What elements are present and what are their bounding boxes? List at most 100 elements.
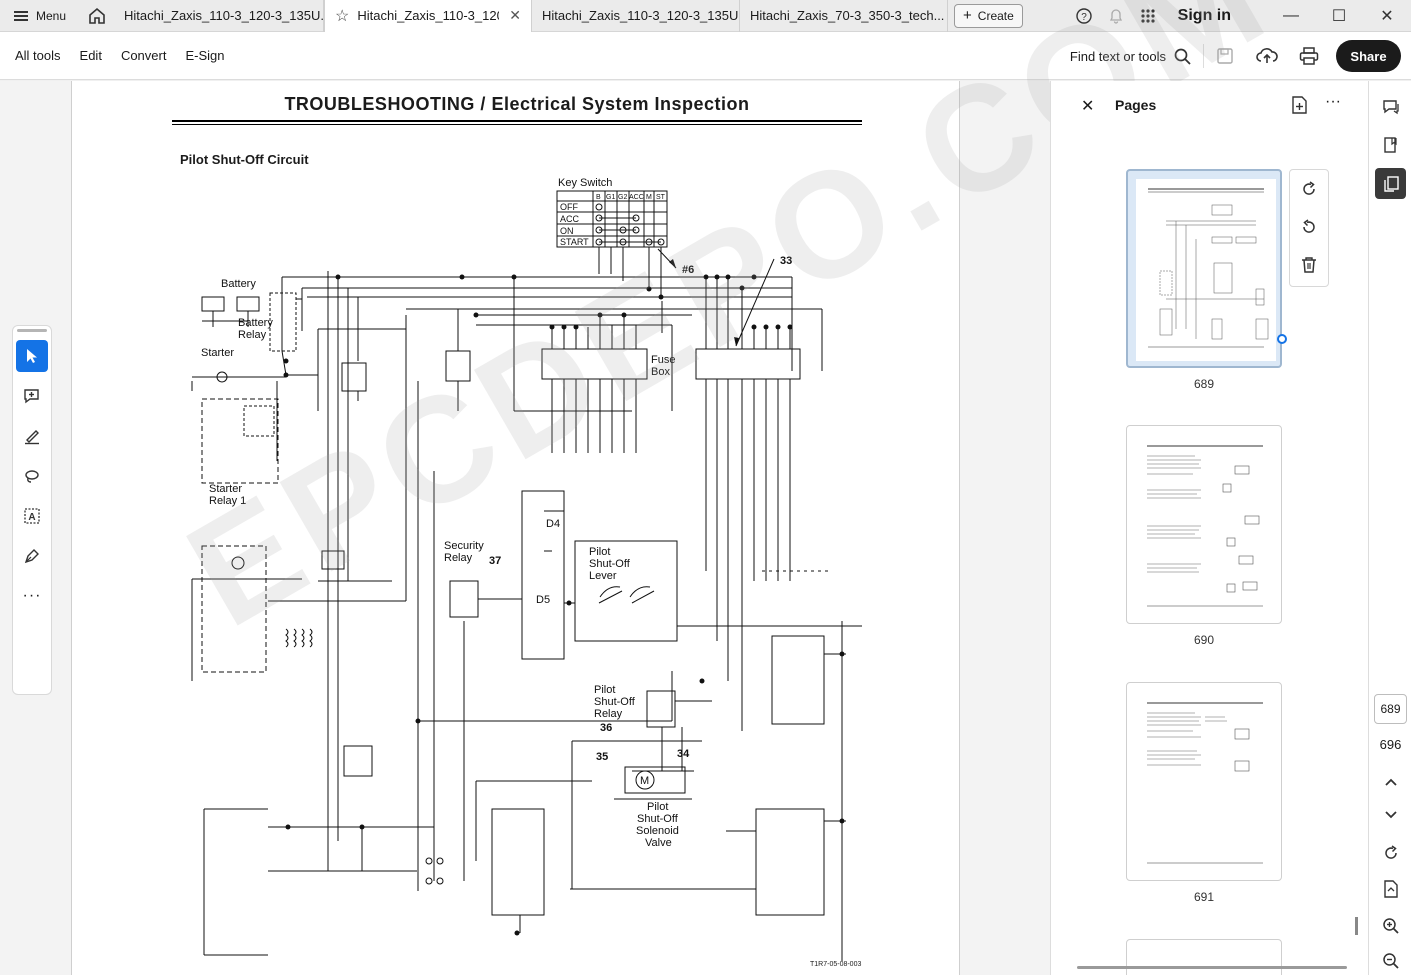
- panel-more-icon[interactable]: ···: [1325, 93, 1341, 111]
- text-recognition-button[interactable]: A: [16, 500, 48, 532]
- draw-tool-button[interactable]: [16, 460, 48, 492]
- more-tools-button[interactable]: ···: [16, 580, 48, 612]
- tab-document-2[interactable]: ☆ Hitachi_Zaxis_110-3_120... ✕: [324, 0, 533, 32]
- page-thumbnail-690[interactable]: [1126, 425, 1282, 624]
- create-label: Create: [977, 8, 1014, 23]
- label-battery: Battery: [221, 278, 256, 290]
- label-psl-1: Pilot: [589, 546, 610, 558]
- label-starter-relay-2: Relay 1: [209, 495, 246, 507]
- thumbnail-preview: [1135, 434, 1275, 616]
- tabbar-right: ? Sign in — ☐ ✕: [1068, 0, 1411, 32]
- highlight-tool-button[interactable]: [16, 420, 48, 452]
- label-psv-4: Valve: [645, 837, 672, 849]
- current-page-input[interactable]: 689: [1374, 694, 1407, 724]
- notification-bell-icon[interactable]: [1100, 0, 1132, 32]
- tab-label: Hitachi_Zaxis_110-3_120-3_135U...: [124, 8, 325, 23]
- panel-horizontal-scrollbar[interactable]: [1077, 966, 1347, 969]
- rotate-counterclockwise-icon[interactable]: [1290, 208, 1328, 246]
- lasso-icon: [25, 470, 39, 483]
- tab-document-1[interactable]: Hitachi_Zaxis_110-3_120-3_135U...: [114, 0, 325, 32]
- create-button[interactable]: + Create: [954, 3, 1023, 28]
- cloud-upload-icon[interactable]: [1246, 38, 1288, 74]
- svg-text:?: ?: [1081, 12, 1087, 23]
- close-panel-icon[interactable]: ✕: [1081, 96, 1094, 116]
- select-tool-button[interactable]: [16, 340, 48, 372]
- next-page-icon[interactable]: [1375, 799, 1406, 830]
- toolbar-right: Find text or tools Share: [1070, 32, 1401, 80]
- tab-document-3[interactable]: Hitachi_Zaxis_110-3_120-3_135U...: [532, 0, 741, 32]
- page-thumbnail-692[interactable]: [1126, 939, 1282, 975]
- ks-col-b: B: [596, 194, 601, 201]
- callout-37: 37: [489, 555, 501, 567]
- help-icon[interactable]: ?: [1068, 0, 1100, 32]
- apps-grid-icon[interactable]: [1132, 0, 1164, 32]
- home-button[interactable]: [80, 0, 114, 32]
- previous-page-icon[interactable]: [1375, 766, 1406, 797]
- delete-page-icon[interactable]: [1290, 246, 1328, 284]
- sign-tool-button[interactable]: [16, 540, 48, 572]
- toolbar-grip[interactable]: [17, 329, 47, 332]
- tab-document-4[interactable]: Hitachi_Zaxis_70-3_350-3_tech...: [740, 0, 949, 32]
- thumbnail-resize-handle[interactable]: [1277, 334, 1287, 344]
- find-label: Find text or tools: [1069, 48, 1166, 64]
- print-icon[interactable]: [1288, 38, 1330, 74]
- page-document-icon[interactable]: [1375, 873, 1406, 904]
- rotate-view-icon[interactable]: [1375, 837, 1406, 868]
- plus-icon: +: [963, 7, 972, 24]
- pages-thumbnails-icon[interactable]: [1375, 168, 1406, 199]
- label-key-switch: Key Switch: [558, 177, 612, 189]
- menu-label: Menu: [36, 8, 67, 23]
- callout-36: 36: [600, 722, 612, 734]
- label-d5: D5: [536, 594, 550, 606]
- rotate-clockwise-icon[interactable]: [1290, 170, 1328, 208]
- menu-button[interactable]: Menu: [0, 0, 80, 32]
- bookmarks-icon[interactable]: [1375, 129, 1406, 160]
- hamburger-icon: [14, 10, 28, 21]
- menu-all-tools[interactable]: All tools: [15, 48, 61, 63]
- share-button[interactable]: Share: [1336, 40, 1401, 72]
- page-number-691: 691: [1193, 890, 1215, 904]
- menu-edit[interactable]: Edit: [80, 48, 102, 63]
- page-thumbnail-689[interactable]: [1126, 169, 1282, 368]
- maximize-icon[interactable]: ☐: [1315, 0, 1363, 32]
- label-security-relay-1: Security: [444, 540, 484, 552]
- find-text-or-tools[interactable]: Find text or tools: [1070, 44, 1204, 68]
- label-psv-2: Shut-Off: [637, 813, 679, 825]
- zoom-in-icon[interactable]: [1375, 910, 1406, 941]
- zoom-out-icon[interactable]: [1375, 945, 1406, 975]
- label-psl-2: Shut-Off: [589, 558, 631, 570]
- pdf-page: TROUBLESHOOTING / Electrical System Insp…: [71, 81, 960, 975]
- add-comment-button[interactable]: [16, 380, 48, 412]
- label-psr-1: Pilot: [594, 684, 615, 696]
- label-d4: D4: [546, 518, 560, 530]
- thumbnail-preview: [1136, 179, 1276, 361]
- text-box-icon: A: [24, 508, 40, 524]
- insert-page-icon[interactable]: [1291, 95, 1309, 115]
- tab-label: Hitachi_Zaxis_110-3_120-3_135U...: [542, 8, 741, 23]
- comments-icon[interactable]: [1375, 91, 1406, 122]
- label-security-relay-2: Relay: [444, 552, 473, 564]
- ks-row-off: OFF: [560, 202, 578, 212]
- page-thumbnail-691[interactable]: [1126, 682, 1282, 881]
- menu-esign[interactable]: E-Sign: [185, 48, 224, 63]
- minimize-icon[interactable]: —: [1267, 0, 1315, 32]
- save-icon[interactable]: [1204, 38, 1246, 74]
- label-starter: Starter: [201, 347, 234, 359]
- main-toolbar: All tools Edit Convert E-Sign Find text …: [0, 32, 1411, 80]
- thumbnail-preview: [1135, 691, 1275, 873]
- svg-text:A: A: [28, 512, 35, 523]
- panel-scrollbar[interactable]: [1355, 917, 1358, 935]
- quick-tools-bar: A ···: [12, 325, 52, 695]
- close-window-icon[interactable]: ✕: [1363, 0, 1411, 32]
- label-psl-3: Lever: [589, 570, 617, 582]
- star-icon[interactable]: ☆: [335, 6, 349, 26]
- label-psv-1: Pilot: [647, 801, 668, 813]
- label-fuse-box-1: Fuse: [651, 354, 675, 366]
- callout-6: #6: [682, 264, 694, 276]
- pages-panel: ✕ Pages ··· 689 690 691: [1050, 81, 1368, 975]
- ks-col-acc: ACC: [629, 194, 644, 201]
- sign-in-button[interactable]: Sign in: [1178, 7, 1231, 25]
- menu-convert[interactable]: Convert: [121, 48, 167, 63]
- close-tab-icon[interactable]: ✕: [509, 7, 521, 24]
- document-viewport[interactable]: A ··· TROUBLESHOOTING / Electrical Syste…: [0, 0, 1296, 975]
